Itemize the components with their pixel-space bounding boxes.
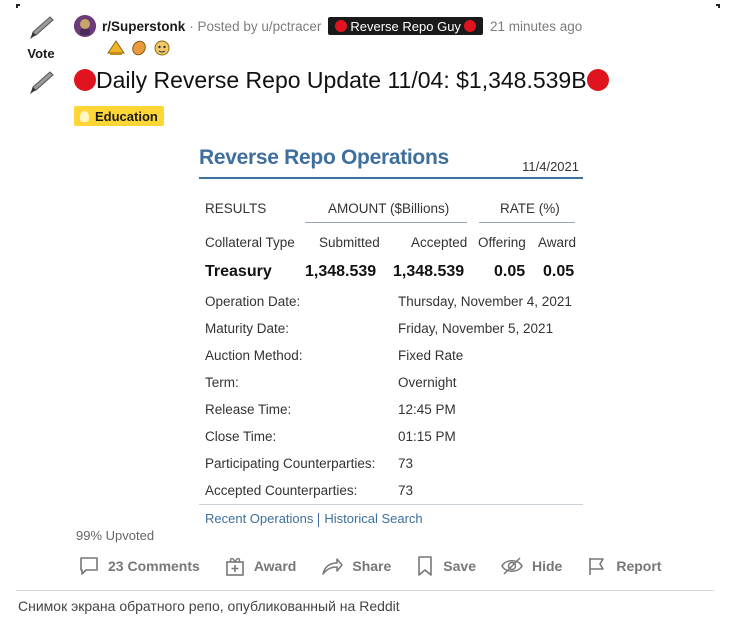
subreddit-avatar-icon — [74, 15, 96, 37]
red-circle-icon — [463, 20, 476, 32]
hide-label: Hide — [531, 558, 563, 574]
subreddit-link[interactable]: r/Superstonk — [102, 19, 185, 34]
share-label: Share — [352, 558, 392, 574]
corner-mark — [16, 4, 20, 8]
historical-search-link[interactable]: Historical Search — [324, 511, 422, 526]
comment-icon — [80, 557, 98, 575]
detail-value: 73 — [398, 456, 414, 471]
bookmark-icon — [418, 556, 433, 576]
hide-button[interactable]: Hide — [500, 555, 562, 577]
detail-label: Operation Date: — [205, 294, 301, 309]
award-label: Award — [253, 558, 297, 574]
detail-label: Close Time: — [205, 429, 277, 444]
treasury-award: 0.05 — [543, 263, 575, 280]
col-submitted: Submitted — [319, 235, 380, 250]
detail-label: Release Time: — [205, 402, 292, 417]
subreddit-avatar[interactable] — [74, 15, 96, 37]
post-title[interactable]: Daily Reverse Repo Update 11/04: $1,348.… — [74, 64, 714, 96]
share-icon — [322, 558, 344, 575]
treasury-type: Treasury — [205, 263, 272, 280]
award-icon[interactable] — [107, 40, 125, 56]
recent-operations-link[interactable]: Recent Operations — [205, 511, 313, 526]
detail-label: Auction Method: — [205, 348, 303, 363]
upvote-icon[interactable] — [26, 14, 56, 40]
post-time: 21 minutes ago — [489, 18, 583, 34]
vote-label: Vote — [27, 46, 55, 61]
repo-divider — [199, 177, 583, 179]
upvoted-ratio: 99% Upvoted — [76, 528, 155, 543]
red-circle-icon — [586, 69, 609, 91]
detail-value: 73 — [398, 483, 414, 498]
red-circle-icon — [335, 20, 348, 32]
col-collateral-type: Collateral Type — [205, 235, 295, 250]
detail-value: Fixed Rate — [398, 348, 464, 363]
award-icon[interactable] — [130, 40, 148, 56]
amount-header: AMOUNT ($Billions) — [328, 201, 450, 216]
col-accepted: Accepted — [411, 235, 468, 250]
report-label: Report — [616, 558, 662, 574]
repo-title: Reverse Repo Operations — [199, 146, 449, 169]
share-button[interactable]: Share — [320, 555, 391, 577]
detail-value: Friday, November 5, 2021 — [398, 321, 554, 336]
hide-eye-icon — [501, 557, 523, 575]
vote-column: Vote — [18, 14, 64, 95]
corner-mark — [716, 4, 720, 8]
treasury-submitted: 1,348.539 — [305, 263, 377, 280]
meta-separator: · — [189, 18, 194, 34]
detail-value: 12:45 PM — [398, 402, 456, 417]
gift-icon — [226, 557, 244, 576]
col-award: Award — [538, 235, 577, 250]
repo-bottom-divider — [199, 504, 583, 505]
user-flair-text: Reverse Repo Guy — [350, 18, 461, 34]
posted-by-link[interactable]: Posted by u/pctracer — [198, 19, 322, 34]
report-button[interactable]: Report — [586, 555, 661, 577]
comments-label: 23 Comments — [108, 558, 200, 574]
post-flair-tag[interactable]: Education — [74, 106, 164, 126]
rate-header: RATE (%) — [500, 201, 560, 216]
post-actions: 23 Comments Award Share Save Hide Report — [78, 551, 685, 581]
detail-label: Accepted Counterparties: — [205, 483, 358, 498]
link-separator — [318, 512, 320, 527]
award-button[interactable]: Award — [224, 555, 297, 577]
save-button[interactable]: Save — [415, 555, 476, 577]
detail-label: Term: — [205, 375, 239, 390]
image-caption: Снимок экрана обратного репо, опубликова… — [18, 598, 400, 614]
lightbulb-icon — [80, 110, 89, 122]
post-meta: r/Superstonk · Posted by u/pctracer Reve… — [74, 14, 714, 38]
detail-value: Overnight — [398, 375, 457, 390]
treasury-offering: 0.05 — [494, 263, 526, 280]
detail-label: Maturity Date: — [205, 321, 290, 336]
post-flair-text: Education — [95, 108, 158, 124]
treasury-accepted: 1,348.539 — [393, 263, 465, 280]
detail-label: Participating Counterparties: — [205, 456, 376, 471]
award-icon[interactable] — [153, 40, 171, 56]
user-flair: Reverse Repo Guy — [328, 17, 483, 35]
rate-underline — [479, 222, 575, 223]
save-label: Save — [443, 558, 476, 574]
repo-date: 11/4/2021 — [522, 159, 579, 174]
results-header: RESULTS — [205, 201, 267, 216]
col-offering: Offering — [478, 235, 526, 250]
detail-value: Thursday, November 4, 2021 — [398, 294, 572, 309]
amount-underline — [305, 222, 467, 223]
comments-button[interactable]: 23 Comments — [78, 555, 200, 577]
caption-divider — [16, 590, 714, 591]
post: r/Superstonk · Posted by u/pctracer Reve… — [74, 14, 714, 127]
repo-links: Recent Operations Historical Search — [205, 511, 423, 527]
downvote-icon[interactable] — [26, 69, 56, 95]
red-circle-icon — [74, 69, 96, 91]
post-title-text: Daily Reverse Repo Update 11/04: $1,348.… — [96, 66, 587, 93]
flag-icon — [589, 558, 605, 575]
detail-value: 01:15 PM — [398, 429, 456, 444]
awards-row — [74, 38, 714, 58]
